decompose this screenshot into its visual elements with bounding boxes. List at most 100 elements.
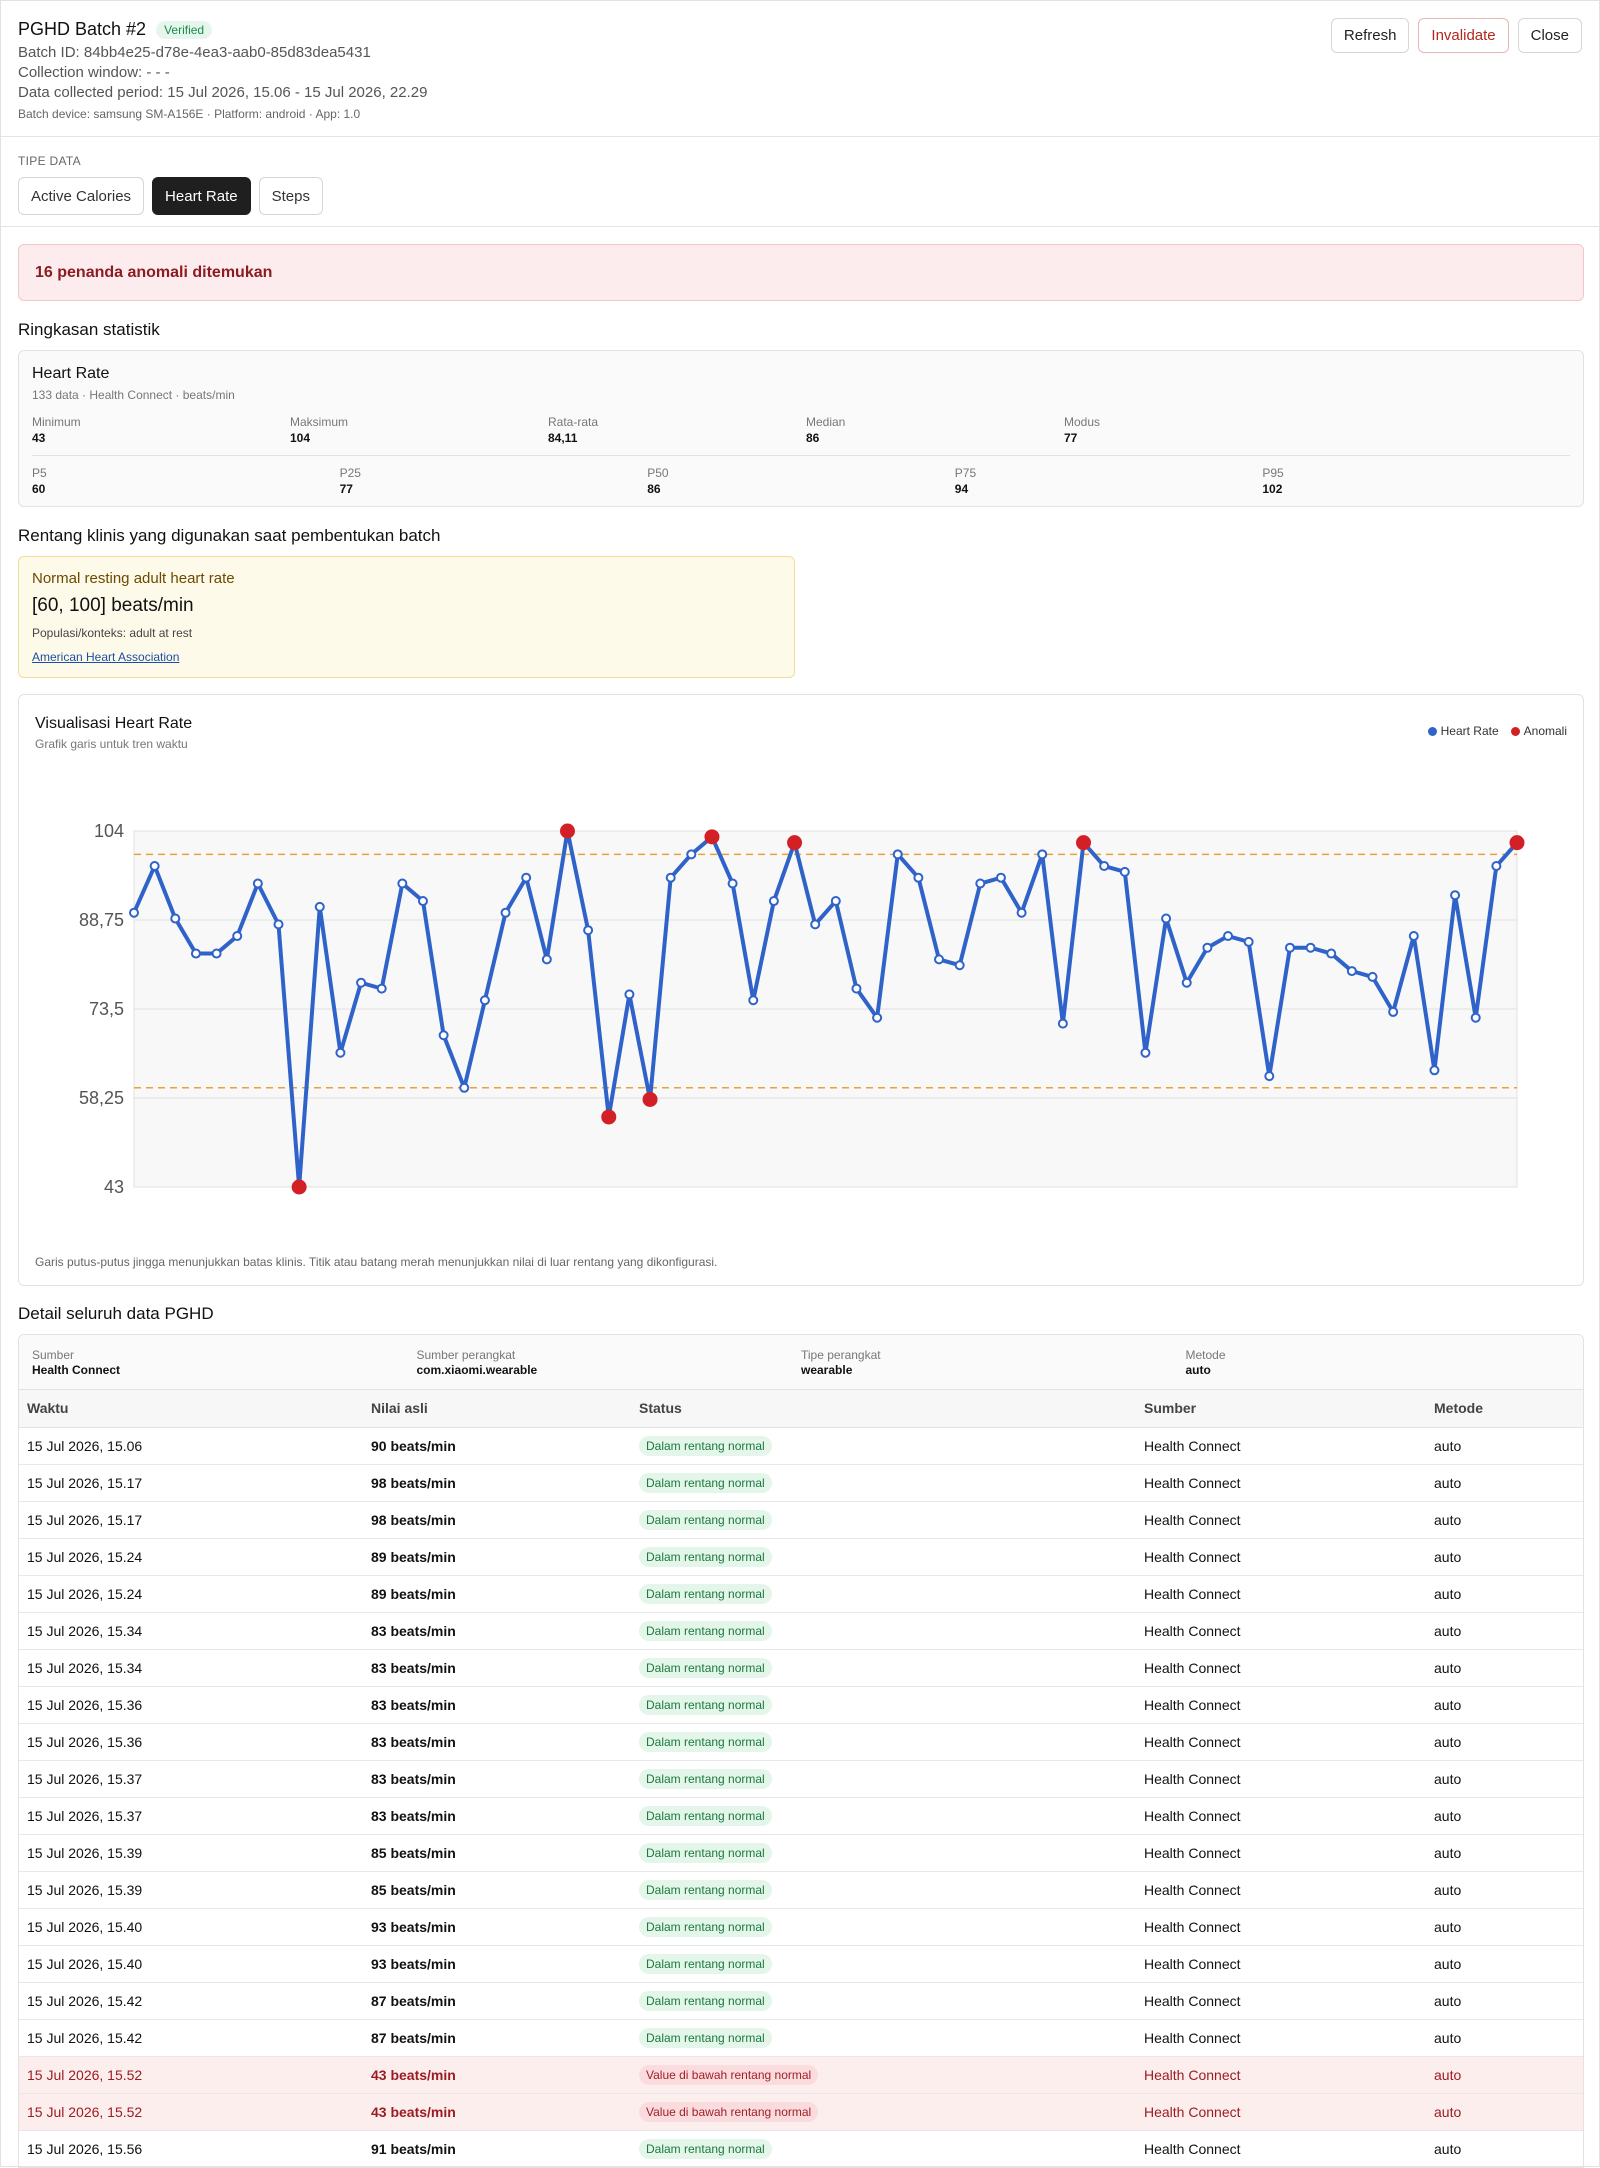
cell-status: Dalam rentang normal: [631, 1723, 1136, 1761]
table-row[interactable]: 15 Jul 2026, 15.24 89 beats/min Dalam rent…: [19, 1538, 1583, 1576]
refresh-button[interactable]: Refresh: [1330, 18, 1410, 53]
table-row[interactable]: 15 Jul 2026, 15.39 85 beats/min Dalam rent…: [19, 1871, 1583, 1909]
table-row[interactable]: 15 Jul 2026, 15.24 89 beats/min Dalam rent…: [19, 1575, 1583, 1613]
cell-value: 89 beats/min: [363, 1538, 631, 1576]
anomaly-point: [1509, 835, 1525, 851]
cell-time: 15 Jul 2026, 15.34: [19, 1612, 363, 1650]
col-source[interactable]: Sumber: [1136, 1390, 1426, 1428]
table-row[interactable]: 15 Jul 2026, 15.17 98 beats/min Dalam rent…: [19, 1501, 1583, 1539]
cell-method: auto: [1426, 2019, 1583, 2057]
cell-method: auto: [1426, 1797, 1583, 1835]
cell-status: Dalam rentang normal: [631, 1982, 1136, 2020]
cell-status: Dalam rentang normal: [631, 2130, 1136, 2167]
meta-source: Sumber Health Connect: [32, 1348, 121, 1377]
table-row[interactable]: 15 Jul 2026, 15.34 83 beats/min Dalam rent…: [19, 1612, 1583, 1650]
table-row[interactable]: 15 Jul 2026, 15.17 98 beats/min Dalam rent…: [19, 1464, 1583, 1502]
tab-heart-rate[interactable]: Heart Rate: [152, 177, 251, 215]
data-table: Waktu Nilai asli Status Sumber Metode 15…: [19, 1390, 1583, 2167]
tab-steps[interactable]: Steps: [258, 177, 323, 215]
cell-source: Health Connect: [1136, 1612, 1426, 1650]
cell-source: Health Connect: [1136, 1945, 1426, 1983]
clinical-source-link[interactable]: American Heart Association: [32, 650, 179, 664]
anomaly-alert: 16 penanda anomali ditemukan: [18, 244, 1584, 301]
data-point: [727, 878, 738, 889]
cell-source: Health Connect: [1136, 1538, 1426, 1576]
cell-method: auto: [1426, 1649, 1583, 1687]
status-badge: Dalam rentang normal: [639, 1657, 772, 1678]
table-row[interactable]: 15 Jul 2026, 15.34 83 beats/min Dalam rent…: [19, 1649, 1583, 1687]
tab-active-calories[interactable]: Active Calories: [18, 177, 145, 215]
cell-value: 98 beats/min: [363, 1464, 631, 1502]
table-row[interactable]: 15 Jul 2026, 15.37 83 beats/min Dalam rent…: [19, 1760, 1583, 1798]
table-row[interactable]: 15 Jul 2026, 15.39 85 beats/min Dalam rent…: [19, 1834, 1583, 1872]
cell-value: 91 beats/min: [363, 2130, 631, 2167]
table-row[interactable]: 15 Jul 2026, 15.42 87 beats/min Dalam rent…: [19, 1982, 1583, 2020]
cell-method: auto: [1426, 1538, 1583, 1576]
status-badge: Dalam rentang normal: [639, 1805, 772, 1826]
data-point: [934, 954, 945, 965]
anomaly-point: [704, 829, 720, 845]
cell-value: 43 beats/min: [363, 2093, 631, 2131]
cell-status: Dalam rentang normal: [631, 1908, 1136, 1946]
data-point: [129, 907, 139, 918]
table-row[interactable]: 15 Jul 2026, 15.40 93 beats/min Dalam rent…: [19, 1945, 1583, 1983]
data-point: [1037, 849, 1048, 860]
y-tick-label: 58,25: [79, 1088, 124, 1108]
batch-title: PGHD Batch #2: [18, 19, 147, 39]
data-point: [521, 872, 532, 883]
status-badge: Dalam rentang normal: [639, 1509, 772, 1530]
table-row[interactable]: 15 Jul 2026, 15.56 91 beats/min Dalam rent…: [19, 2130, 1583, 2167]
anomaly-point: [1076, 835, 1092, 851]
cell-status: Dalam rentang normal: [631, 1575, 1136, 1613]
table-row[interactable]: 15 Jul 2026, 15.36 83 beats/min Dalam rent…: [19, 1686, 1583, 1724]
cell-value: 83 beats/min: [363, 1723, 631, 1761]
cell-method: auto: [1426, 2056, 1583, 2094]
cell-time: 15 Jul 2026, 15.24: [19, 1575, 363, 1613]
cell-time: 15 Jul 2026, 15.56: [19, 2130, 363, 2167]
table-row[interactable]: 15 Jul 2026, 15.40 93 beats/min Dalam rent…: [19, 1908, 1583, 1946]
table-row[interactable]: 15 Jul 2026, 15.42 87 beats/min Dalam rent…: [19, 2019, 1583, 2057]
clinical-range-name: Normal resting adult heart rate: [32, 570, 235, 587]
cell-status: Dalam rentang normal: [631, 1945, 1136, 1983]
data-point: [1429, 1065, 1440, 1076]
table-row[interactable]: 15 Jul 2026, 15.36 83 beats/min Dalam rent…: [19, 1723, 1583, 1761]
meta-method: Metode auto: [1185, 1348, 1226, 1377]
cell-source: Health Connect: [1136, 2093, 1426, 2131]
col-time[interactable]: Waktu: [19, 1390, 363, 1428]
cell-status: Dalam rentang normal: [631, 1612, 1136, 1650]
data-point: [335, 1047, 346, 1058]
data-point: [1119, 866, 1130, 877]
cell-method: auto: [1426, 1834, 1583, 1872]
cell-value: 87 beats/min: [363, 2019, 631, 2057]
data-point: [1223, 931, 1234, 942]
data-point: [1284, 942, 1295, 953]
invalidate-button[interactable]: Invalidate: [1418, 18, 1509, 53]
data-point: [995, 872, 1006, 883]
y-tick-label: 104: [94, 821, 124, 841]
status-badge: Dalam rentang normal: [639, 1953, 772, 1974]
cell-value: 87 beats/min: [363, 1982, 631, 2020]
cell-status: Dalam rentang normal: [631, 1427, 1136, 1465]
collection-window: Collection window: - - -: [18, 64, 170, 81]
cell-source: Health Connect: [1136, 2056, 1426, 2094]
data-type-label: TIPE DATA: [18, 154, 81, 168]
cell-source: Health Connect: [1136, 1834, 1426, 1872]
table-row[interactable]: 15 Jul 2026, 15.06 90 beats/min Dalam rent…: [19, 1427, 1583, 1465]
status-badge: Dalam rentang normal: [639, 1879, 772, 1900]
data-point: [954, 960, 965, 971]
col-method[interactable]: Metode: [1426, 1390, 1583, 1428]
close-button[interactable]: Close: [1517, 18, 1582, 53]
cell-source: Health Connect: [1136, 1871, 1426, 1909]
cell-time: 15 Jul 2026, 15.40: [19, 1908, 363, 1946]
cell-status: Value di bawah rentang normal: [631, 2056, 1136, 2094]
col-status[interactable]: Status: [631, 1390, 1136, 1428]
table-header-row: Waktu Nilai asli Status Sumber Metode: [19, 1390, 1583, 1428]
table-row[interactable]: 15 Jul 2026, 15.52 43 beats/min Value di b…: [19, 2093, 1583, 2131]
chart-card: Visualisasi Heart Rate Grafik garis untu…: [18, 694, 1584, 1286]
col-value[interactable]: Nilai asli: [363, 1390, 631, 1428]
status-badge: Dalam rentang normal: [639, 1731, 772, 1752]
table-row[interactable]: 15 Jul 2026, 15.52 43 beats/min Value di b…: [19, 2056, 1583, 2094]
collected-period: Data collected period: 15 Jul 2026, 15.0…: [18, 84, 428, 101]
cell-time: 15 Jul 2026, 15.52: [19, 2056, 363, 2094]
table-row[interactable]: 15 Jul 2026, 15.37 83 beats/min Dalam rent…: [19, 1797, 1583, 1835]
